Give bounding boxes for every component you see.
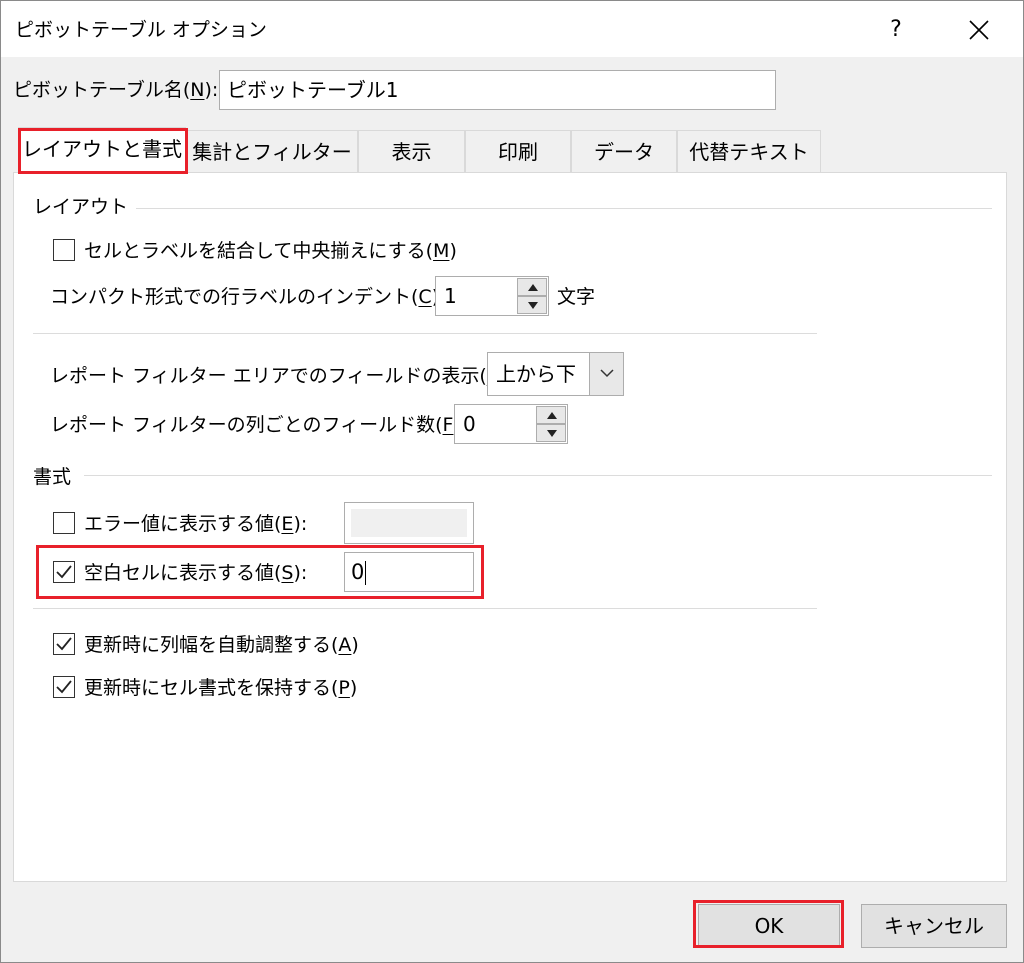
- pivot-name-label: ピボットテーブル名(N):: [13, 79, 219, 101]
- triangle-up-icon: [547, 412, 557, 419]
- filter-count-value: 0: [463, 412, 476, 436]
- empty-cell-checkbox[interactable]: [53, 561, 75, 583]
- close-icon: [969, 20, 989, 40]
- indent-value: 1: [444, 284, 457, 308]
- filter-count-down-button[interactable]: [536, 424, 566, 442]
- format-section-divider: [84, 475, 992, 476]
- checkmark-icon: [56, 680, 72, 694]
- pivot-name-input[interactable]: ピボットテーブル1: [219, 70, 776, 110]
- ok-button[interactable]: OK: [698, 904, 840, 948]
- tab-printing[interactable]: 印刷: [465, 130, 571, 172]
- chevron-down-icon: [600, 369, 614, 378]
- error-value-input[interactable]: [344, 502, 474, 544]
- empty-cell-input[interactable]: 0: [344, 552, 474, 592]
- tab-alt-text[interactable]: 代替テキスト: [677, 130, 821, 172]
- tab-totals-filters[interactable]: 集計とフィルター: [186, 130, 358, 172]
- empty-cell-value: 0: [351, 560, 365, 584]
- indent-spin-buttons: [517, 278, 547, 314]
- filter-count-spin-buttons: [536, 406, 566, 442]
- autofit-label[interactable]: 更新時に列幅を自動調整する(A): [84, 633, 359, 657]
- filter-count-label: レポート フィルターの列ごとのフィールド数(F):: [50, 414, 467, 436]
- triangle-up-icon: [528, 284, 538, 291]
- layout-section-divider: [124, 208, 992, 209]
- indent-up-button[interactable]: [517, 278, 547, 296]
- dialog-title: ピボットテーブル オプション: [15, 19, 267, 41]
- help-button[interactable]: ?: [871, 9, 921, 51]
- preserve-format-label[interactable]: 更新時にセル書式を保持する(P): [84, 676, 357, 700]
- triangle-down-icon: [528, 302, 538, 309]
- autofit-checkbox[interactable]: [53, 633, 75, 655]
- pivot-options-dialog: ピボットテーブル オプション ? ピボットテーブル名(N): ピボットテーブル1…: [0, 0, 1024, 963]
- indent-label: コンパクト形式での行ラベルのインデント(C):: [50, 286, 446, 308]
- filter-order-select[interactable]: 上から下: [487, 352, 624, 396]
- filter-order-dropdown-button[interactable]: [589, 353, 623, 395]
- indent-stepper[interactable]: 1: [435, 276, 549, 316]
- merge-cells-checkbox[interactable]: [53, 239, 75, 261]
- filter-order-label: レポート フィルター エリアでのフィールドの表示(D):: [50, 365, 515, 387]
- filter-count-up-button[interactable]: [536, 406, 566, 424]
- checkmark-icon: [56, 637, 72, 651]
- preserve-format-checkbox[interactable]: [53, 676, 75, 698]
- tab-display[interactable]: 表示: [358, 130, 465, 172]
- close-button[interactable]: [951, 9, 1007, 51]
- text-caret: [365, 561, 367, 585]
- format-section-label: 書式: [33, 465, 80, 489]
- indent-down-button[interactable]: [517, 296, 547, 314]
- indent-unit: 文字: [557, 286, 596, 308]
- error-value-disabled-fill: [351, 509, 467, 537]
- error-value-checkbox[interactable]: [53, 512, 75, 534]
- filter-count-stepper[interactable]: 0: [454, 404, 568, 444]
- triangle-down-icon: [547, 430, 557, 437]
- cancel-button[interactable]: キャンセル: [861, 904, 1007, 948]
- tab-panel-layout-format: レイアウト セルとラベルを結合して中央揃えにする(M) コンパクト形式での行ラベ…: [13, 172, 1007, 882]
- title-bar: ピボットテーブル オプション ?: [1, 1, 1023, 57]
- empty-cell-label[interactable]: 空白セルに表示する値(S):: [84, 561, 307, 585]
- layout-section-label: レイアウト: [33, 195, 137, 219]
- merge-cells-label[interactable]: セルとラベルを結合して中央揃えにする(M): [84, 239, 457, 263]
- tab-layout-format[interactable]: レイアウトと書式: [18, 127, 186, 174]
- error-value-label[interactable]: エラー値に表示する値(E):: [84, 512, 307, 536]
- format-inner-divider: [33, 608, 817, 609]
- layout-inner-divider: [33, 333, 817, 334]
- tab-data[interactable]: データ: [571, 130, 677, 172]
- filter-order-value: 上から下: [496, 362, 576, 386]
- checkmark-icon: [56, 565, 72, 579]
